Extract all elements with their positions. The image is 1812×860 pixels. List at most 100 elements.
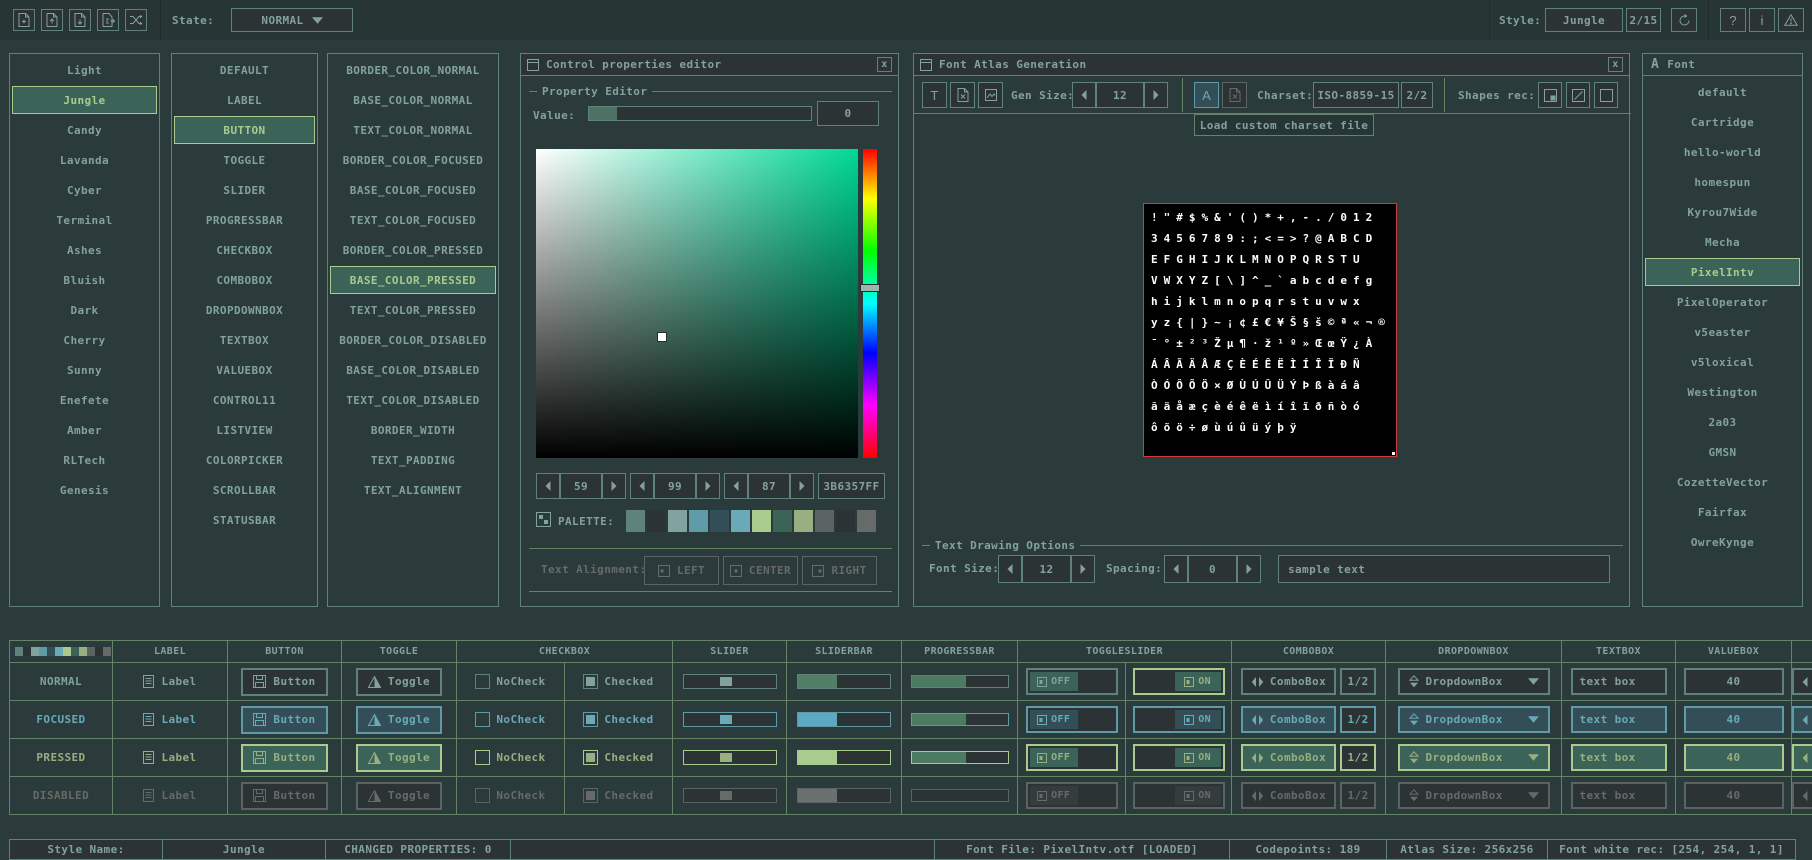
- color-cursor[interactable]: [658, 333, 666, 341]
- style-item-terminal[interactable]: Terminal: [12, 206, 157, 234]
- demo-toggle[interactable]: Toggle: [356, 782, 442, 810]
- demo-combobox[interactable]: ComboBox1/2: [1241, 668, 1376, 695]
- demo-textbox[interactable]: text box: [1571, 782, 1667, 809]
- demo-toggleslider-off[interactable]: OFF: [1026, 706, 1118, 733]
- palette-swatch-7[interactable]: [773, 510, 792, 532]
- demo-partial-spinner[interactable]: [1792, 782, 1812, 809]
- palette-swatch-10[interactable]: [836, 510, 855, 532]
- status-segment-jungle[interactable]: Jungle: [162, 839, 326, 860]
- demo-textbox[interactable]: text box: [1571, 744, 1667, 771]
- demo-toggle[interactable]: Toggle: [356, 706, 442, 734]
- style-item-amber[interactable]: Amber: [12, 416, 157, 444]
- font-item-kyrou7wide[interactable]: Kyrou7Wide: [1645, 198, 1800, 226]
- demo-button[interactable]: Button: [241, 668, 327, 696]
- demo-textbox[interactable]: text box: [1571, 668, 1667, 695]
- combobox-counter[interactable]: 1/2: [1340, 782, 1376, 809]
- font-item-gmsn[interactable]: GMSN: [1645, 438, 1800, 466]
- control-item-progressbar[interactable]: PROGRESSBAR: [174, 206, 315, 234]
- demo-checkbox-checked[interactable]: Checked: [583, 788, 653, 803]
- control-item-scrollbar[interactable]: SCROLLBAR: [174, 476, 315, 504]
- property-item-border-color-disabled[interactable]: BORDER_COLOR_DISABLED: [330, 326, 496, 354]
- issue-button[interactable]: [1778, 8, 1804, 32]
- font-text-size-button[interactable]: T: [922, 82, 947, 108]
- hue-bar[interactable]: [863, 149, 877, 458]
- control-item-toggle[interactable]: TOGGLE: [174, 146, 315, 174]
- demo-toggleslider-on[interactable]: ON: [1133, 744, 1225, 771]
- close-icon[interactable]: x: [877, 57, 892, 72]
- demo-valuebox[interactable]: 40: [1684, 706, 1784, 733]
- property-item-text-color-pressed[interactable]: TEXT_COLOR_PRESSED: [330, 296, 496, 324]
- file-load-button[interactable]: [41, 9, 63, 31]
- spinner-right-icon[interactable]: [1237, 555, 1261, 583]
- palette-swatch-2[interactable]: [668, 510, 687, 532]
- style-item-cherry[interactable]: Cherry: [12, 326, 157, 354]
- demo-sliderbar[interactable]: [797, 674, 891, 689]
- spinner-right-icon[interactable]: [696, 473, 720, 499]
- file-new-button[interactable]: [13, 9, 35, 31]
- spinner-left-icon[interactable]: [1164, 555, 1188, 583]
- sample-text-input[interactable]: sample text: [1278, 555, 1610, 583]
- demo-checkbox-unchecked[interactable]: NoCheck: [475, 750, 545, 765]
- control-item-button[interactable]: BUTTON: [174, 116, 315, 144]
- property-item-base-color-pressed[interactable]: BASE_COLOR_PRESSED: [330, 266, 496, 294]
- demo-partial-spinner[interactable]: [1792, 668, 1812, 695]
- slider-knob[interactable]: [720, 715, 732, 724]
- palette-swatch-4[interactable]: [710, 510, 729, 532]
- demo-valuebox[interactable]: 40: [1684, 744, 1784, 771]
- combobox-counter[interactable]: 1/2: [1340, 668, 1376, 695]
- control-item-slider[interactable]: SLIDER: [174, 176, 315, 204]
- font-item-owrekynge[interactable]: OwreKynge: [1645, 528, 1800, 556]
- gen-size-value[interactable]: 12: [1096, 82, 1144, 108]
- font-item-cozettevector[interactable]: CozetteVector: [1645, 468, 1800, 496]
- font-item-pixelintv[interactable]: PixelIntv: [1645, 258, 1800, 286]
- demo-combobox[interactable]: ComboBox1/2: [1241, 744, 1376, 771]
- reload-style-button[interactable]: [1671, 8, 1697, 32]
- palette-swatch-0[interactable]: [626, 510, 645, 532]
- shapes-white-rec-button[interactable]: [1538, 82, 1562, 108]
- demo-checkbox-checked[interactable]: Checked: [583, 712, 653, 727]
- font-item-cartridge[interactable]: Cartridge: [1645, 108, 1800, 136]
- demo-dropdownbox[interactable]: DropdownBox: [1398, 782, 1550, 809]
- demo-toggle[interactable]: Toggle: [356, 668, 442, 696]
- state-dropdown[interactable]: NORMAL: [231, 8, 353, 32]
- palette-swatch-9[interactable]: [815, 510, 834, 532]
- style-item-cyber[interactable]: Cyber: [12, 176, 157, 204]
- control-item-valuebox[interactable]: VALUEBOX: [174, 356, 315, 384]
- demo-sliderbar[interactable]: [797, 788, 891, 803]
- slider-knob[interactable]: [720, 677, 732, 686]
- value-slider[interactable]: [588, 106, 812, 121]
- combobox-counter[interactable]: 1/2: [1340, 706, 1376, 733]
- palette-swatch-11[interactable]: [857, 510, 876, 532]
- demo-checkbox-unchecked[interactable]: NoCheck: [475, 712, 545, 727]
- close-icon[interactable]: x: [1608, 57, 1623, 72]
- demo-slider[interactable]: [683, 674, 777, 689]
- font-item-v5easter[interactable]: v5easter: [1645, 318, 1800, 346]
- demo-toggleslider-on[interactable]: ON: [1133, 706, 1225, 733]
- font-item-pixeloperator[interactable]: PixelOperator: [1645, 288, 1800, 316]
- red-value[interactable]: 59: [560, 473, 602, 499]
- green-value[interactable]: 99: [654, 473, 696, 499]
- style-item-genesis[interactable]: Genesis: [12, 476, 157, 504]
- palette-swatch-6[interactable]: [752, 510, 771, 532]
- demo-dropdownbox[interactable]: DropdownBox: [1398, 668, 1550, 695]
- blue-value[interactable]: 87: [748, 473, 790, 499]
- demo-checkbox-unchecked[interactable]: NoCheck: [475, 788, 545, 803]
- style-item-lavanda[interactable]: Lavanda: [12, 146, 157, 174]
- property-item-border-width[interactable]: BORDER_WIDTH: [330, 416, 496, 444]
- demo-valuebox[interactable]: 40: [1684, 782, 1784, 809]
- file-export-button[interactable]: [97, 9, 119, 31]
- file-save-button[interactable]: [69, 9, 91, 31]
- spinner-left-icon[interactable]: [536, 473, 560, 499]
- charset-file-button[interactable]: [1222, 82, 1247, 108]
- palette-swatch-1[interactable]: [647, 510, 666, 532]
- palette-swatch-3[interactable]: [689, 510, 708, 532]
- spacing-value[interactable]: 0: [1188, 555, 1237, 583]
- property-item-base-color-focused[interactable]: BASE_COLOR_FOCUSED: [330, 176, 496, 204]
- color-panel[interactable]: [536, 149, 858, 458]
- palette-swatch-5[interactable]: [731, 510, 750, 532]
- property-item-text-alignment[interactable]: TEXT_ALIGNMENT: [330, 476, 496, 504]
- demo-toggleslider-off[interactable]: OFF: [1026, 668, 1118, 695]
- style-item-ashes[interactable]: Ashes: [12, 236, 157, 264]
- shapes-slash-button[interactable]: [1566, 82, 1590, 108]
- font-item-mecha[interactable]: Mecha: [1645, 228, 1800, 256]
